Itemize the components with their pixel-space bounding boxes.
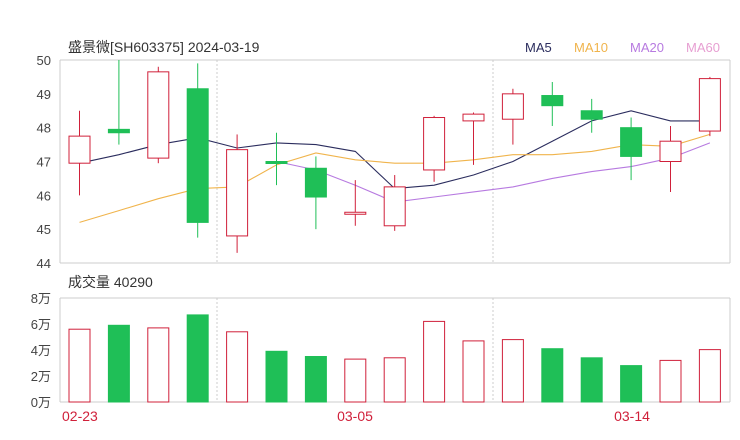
candlestick bbox=[186, 63, 209, 238]
candle-body bbox=[344, 211, 367, 215]
volume-tick-label: 8万 bbox=[31, 291, 51, 306]
volume-tick-label: 0万 bbox=[31, 395, 51, 410]
volume-tick-label: 4万 bbox=[31, 343, 51, 358]
candle-body bbox=[501, 93, 524, 120]
volume-bar bbox=[226, 331, 249, 403]
candle-body bbox=[541, 95, 564, 107]
candlestick bbox=[462, 112, 485, 165]
candlestick bbox=[383, 175, 406, 231]
legend-ma20: MA20 bbox=[630, 40, 664, 55]
candle-body bbox=[698, 78, 721, 132]
price-tick-label: 49 bbox=[37, 87, 51, 102]
price-y-axis: 50 49 48 47 46 45 44 bbox=[37, 53, 51, 271]
volume-bar bbox=[580, 357, 603, 403]
date-tick-label: 03-05 bbox=[337, 408, 373, 424]
volume-bar bbox=[659, 359, 682, 403]
candlestick bbox=[226, 134, 249, 253]
candlestick bbox=[698, 76, 721, 137]
candle-body bbox=[383, 186, 406, 227]
legend-ma5: MA5 bbox=[525, 40, 552, 55]
candle-body bbox=[186, 88, 209, 223]
candlestick bbox=[304, 156, 327, 230]
candlestick bbox=[344, 180, 367, 226]
price-tick-label: 45 bbox=[37, 222, 51, 237]
volume-bar bbox=[541, 348, 564, 403]
candle-body bbox=[226, 149, 249, 237]
candlestick bbox=[107, 60, 130, 145]
volume-bar bbox=[344, 358, 367, 403]
candlestick bbox=[423, 115, 446, 182]
volume-bars bbox=[68, 314, 721, 403]
price-tick-label: 47 bbox=[37, 155, 51, 170]
volume-bar bbox=[462, 340, 485, 403]
candle-body bbox=[462, 113, 485, 122]
x-axis: 02-23 03-05 03-14 bbox=[62, 408, 650, 424]
candle-body bbox=[107, 128, 130, 134]
volume-bar bbox=[265, 350, 288, 403]
volume-title: 成交量 40290 bbox=[68, 274, 153, 290]
volume-y-axis: 8万 6万 4万 2万 0万 bbox=[31, 291, 51, 410]
price-tick-label: 50 bbox=[37, 53, 51, 68]
candle-body bbox=[620, 127, 643, 157]
candle-body bbox=[423, 117, 446, 171]
volume-bar bbox=[620, 365, 643, 403]
volume-bar bbox=[698, 349, 721, 403]
volume-bar bbox=[501, 339, 524, 403]
chart-title: 盛景微[SH603375] 2024-03-19 bbox=[68, 39, 260, 55]
volume-tick-label: 6万 bbox=[31, 317, 51, 332]
legend-ma10: MA10 bbox=[574, 40, 608, 55]
candle-body bbox=[304, 167, 327, 198]
candlestick bbox=[659, 125, 682, 192]
candlestick bbox=[147, 66, 170, 164]
candlestick bbox=[265, 132, 288, 186]
candlestick bbox=[620, 117, 643, 181]
volume-bar bbox=[186, 314, 209, 403]
volume-bar bbox=[423, 320, 446, 403]
candlesticks bbox=[68, 60, 721, 253]
date-tick-label: 03-14 bbox=[614, 408, 650, 424]
price-tick-label: 46 bbox=[37, 188, 51, 203]
stock-chart: 盛景微[SH603375] 2024-03-19 MA5 MA10 MA20 M… bbox=[31, 39, 731, 424]
volume-bar bbox=[68, 328, 91, 403]
legend: MA5 MA10 MA20 MA60 bbox=[525, 40, 720, 55]
candle-body bbox=[580, 110, 603, 120]
volume-bar bbox=[147, 327, 170, 403]
candle-body bbox=[147, 71, 170, 159]
candle-body bbox=[68, 135, 91, 164]
candlestick bbox=[68, 110, 91, 196]
volume-bar bbox=[304, 356, 327, 403]
legend-ma60: MA60 bbox=[686, 40, 720, 55]
candle-body bbox=[265, 161, 288, 164]
volume-bar bbox=[383, 357, 406, 403]
candlestick bbox=[580, 98, 603, 133]
candlestick bbox=[541, 81, 564, 126]
price-tick-label: 48 bbox=[37, 121, 51, 136]
volume-tick-label: 2万 bbox=[31, 369, 51, 384]
volume-bar bbox=[107, 324, 130, 403]
candle-body bbox=[659, 140, 682, 162]
candlestick bbox=[501, 88, 524, 145]
price-tick-label: 44 bbox=[37, 256, 51, 271]
date-tick-label: 02-23 bbox=[62, 408, 98, 424]
